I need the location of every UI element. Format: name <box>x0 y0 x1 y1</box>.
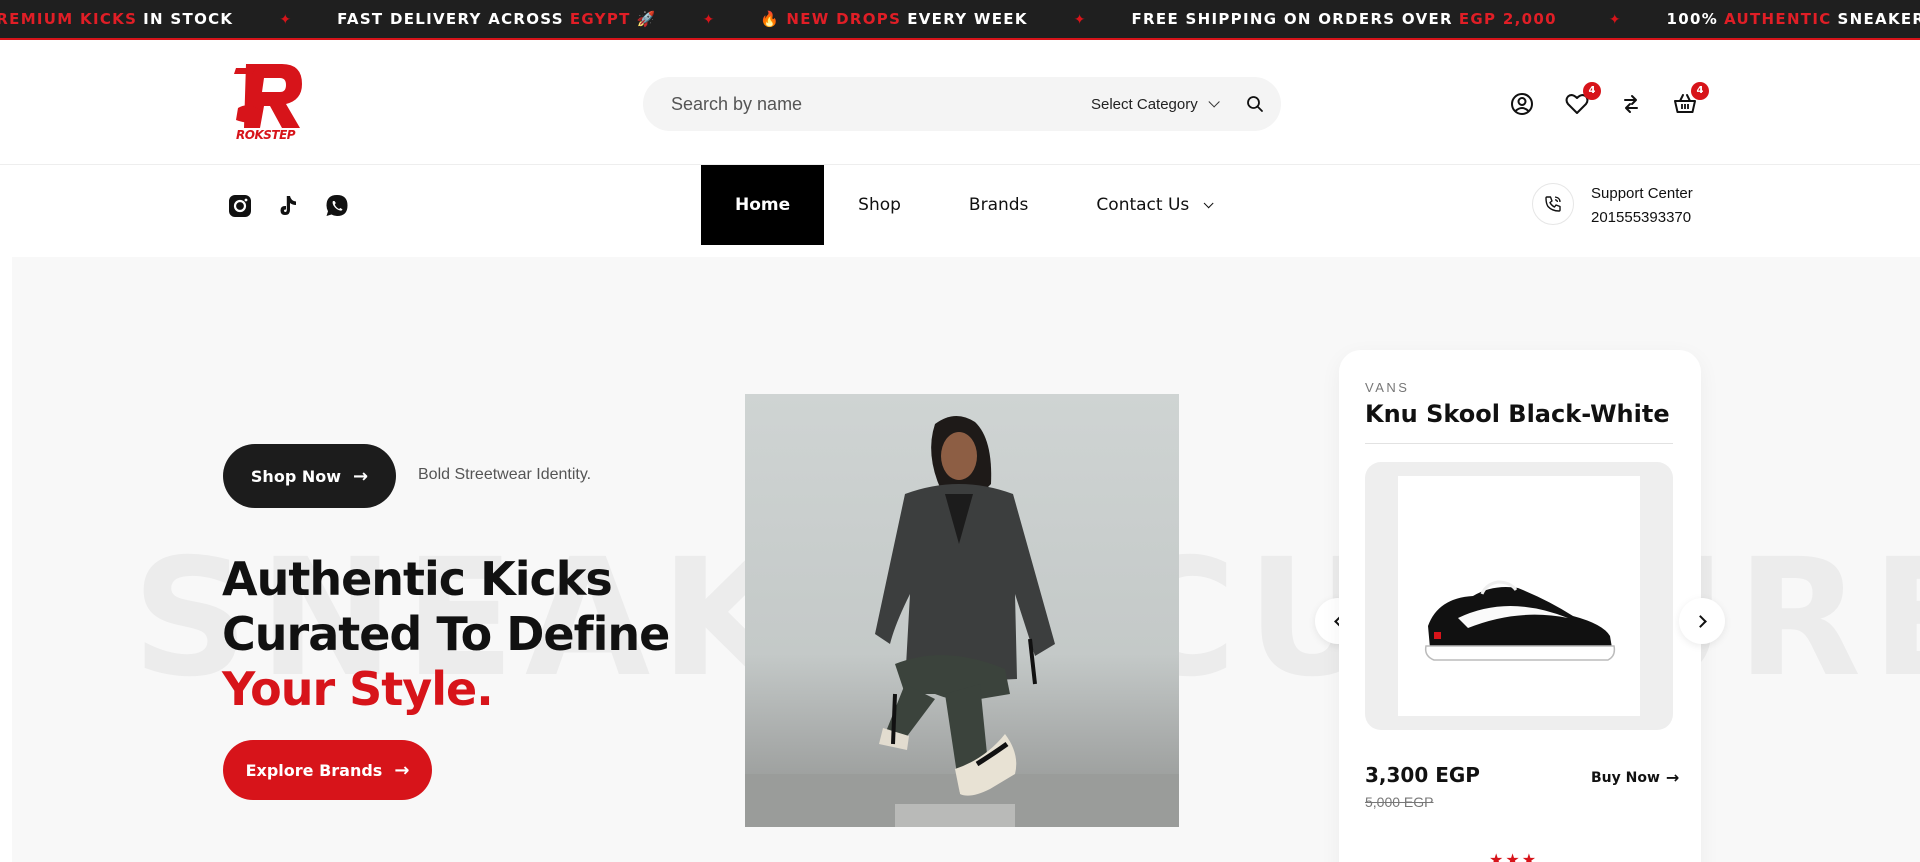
marquee-text: 100% <box>1666 10 1719 28</box>
shop-now-button[interactable]: Shop Now → <box>223 444 396 508</box>
hero-headline: Authentic Kicks Curated To Define Your S… <box>222 552 670 717</box>
search-bar: Select Category <box>643 77 1281 131</box>
cart-button[interactable]: 4 <box>1671 82 1709 118</box>
chevron-down-icon <box>1208 96 1220 108</box>
support-phone[interactable]: 201555393370 <box>1591 209 1691 226</box>
marquee-highlight: PREMIUM KICKS <box>0 10 138 28</box>
nav-item-label: Contact Us <box>1096 195 1190 215</box>
marquee-highlight: NEW DROPS <box>786 10 902 28</box>
search-icon[interactable] <box>1246 95 1264 113</box>
marquee-separator-icon: ✦ <box>1608 10 1621 27</box>
marquee-highlight: AUTHENTIC <box>1724 10 1832 28</box>
nav-item-label: Brands <box>968 195 1029 215</box>
rating-stars: ★★★ <box>1489 852 1539 862</box>
chevron-right-icon <box>1693 614 1707 628</box>
product-old-price: 5,000 EGP <box>1365 794 1434 810</box>
compare-icon[interactable] <box>1617 90 1645 118</box>
marquee-separator-icon: ✦ <box>279 10 292 27</box>
marquee-highlight: EGP 2,000 <box>1458 10 1557 28</box>
marquee-separator-icon: ✦ <box>702 10 715 27</box>
hero-model-photo <box>745 394 1179 827</box>
product-image-frame <box>1365 462 1673 730</box>
instagram-icon[interactable] <box>227 193 253 219</box>
announcement-marquee: PREMIUM KICKS IN STOCK ✦ FAST DELIVERY ACRO… <box>0 0 1920 40</box>
marquee-text: 🚀 <box>636 10 657 28</box>
marquee-track: PREMIUM KICKS IN STOCK ✦ FAST DELIVERY ACRO… <box>0 0 1920 38</box>
marquee-text: FREE SHIPPING ON ORDERS OVER <box>1131 10 1453 28</box>
marquee-item: FAST DELIVERY ACROSS EGYPT 🚀 <box>337 10 657 28</box>
user-icon[interactable] <box>1508 90 1536 118</box>
support-title: Support Center <box>1591 185 1693 202</box>
marquee-item: 🔥 NEW DROPS EVERY WEEK <box>760 10 1027 28</box>
nav-menu: Home Shop Brands Contact Us <box>701 165 1244 245</box>
marquee-item: 100% AUTHENTIC SNEAKERS <box>1667 10 1920 28</box>
marquee-item: FREE SHIPPING ON ORDERS OVER EGP 2,000 <box>1132 10 1563 28</box>
explore-brands-button[interactable]: Explore Brands → <box>223 740 432 800</box>
nav-item-label: Shop <box>858 195 901 215</box>
marquee-text: FAST DELIVERY ACROSS <box>337 10 564 28</box>
arrow-right-icon: → <box>353 465 369 487</box>
nav-item-shop[interactable]: Shop <box>824 165 935 245</box>
hero-section: SNEAKER CULTURE Shop Now → Bold Streetwe… <box>12 257 1920 862</box>
headline-line-3: Your Style. <box>222 662 494 716</box>
carousel-next-button[interactable] <box>1679 598 1725 644</box>
wishlist-count-badge: 4 <box>1583 82 1601 100</box>
marquee-separator-icon: ✦ <box>1073 10 1086 27</box>
whatsapp-icon[interactable] <box>324 193 350 219</box>
model-illustration <box>745 415 1179 827</box>
support-phone-button[interactable] <box>1532 183 1574 225</box>
headline-line-1: Authentic Kicks <box>222 552 613 606</box>
logo[interactable]: ROKSTEP <box>230 58 310 150</box>
sneaker-image <box>1424 580 1616 661</box>
product-brand: VANS <box>1365 380 1410 395</box>
product-price: 3,300 EGP <box>1365 763 1480 787</box>
phone-icon <box>1545 196 1561 212</box>
marquee-text: EVERY WEEK <box>907 10 1028 28</box>
arrow-right-icon: → <box>1665 768 1680 787</box>
hero-tagline: Bold Streetwear Identity. <box>418 466 592 483</box>
headline-line-2: Curated To Define <box>222 607 670 661</box>
marquee-highlight: EGYPT <box>569 10 631 28</box>
marquee-text: IN STOCK <box>143 10 234 28</box>
buy-now-button[interactable]: Buy Now → <box>1591 768 1679 787</box>
nav-item-label: Home <box>735 195 791 215</box>
tiktok-icon[interactable] <box>275 193 301 219</box>
site-header: ROKSTEP Select Category 4 <box>0 40 1920 165</box>
wishlist-button[interactable]: 4 <box>1563 82 1601 118</box>
marquee-item: PREMIUM KICKS IN STOCK <box>0 10 233 28</box>
arrow-right-icon: → <box>394 759 410 781</box>
nav-item-home[interactable]: Home <box>701 165 825 245</box>
buy-now-label: Buy Now <box>1591 769 1660 786</box>
featured-product-card[interactable]: VANS Knu Skool Black-White 3,300 EGP 5,0… <box>1339 350 1701 862</box>
marquee-text: SNEAKERS <box>1837 10 1920 28</box>
shop-now-label: Shop Now <box>250 466 341 486</box>
logo-text: ROKSTEP <box>236 128 296 142</box>
search-input[interactable] <box>671 77 1051 131</box>
main-navigation: Home Shop Brands Contact Us Support Center … <box>0 165 1920 255</box>
explore-brands-label: Explore Brands <box>245 760 383 780</box>
marquee-text: 🔥 <box>760 10 781 28</box>
chevron-down-icon <box>1203 197 1214 208</box>
nav-item-brands[interactable]: Brands <box>935 165 1063 245</box>
product-image[interactable] <box>1398 476 1640 716</box>
category-select-label: Select Category <box>1091 95 1198 113</box>
product-title[interactable]: Knu Skool Black-White <box>1365 400 1670 428</box>
cart-count-badge: 4 <box>1691 82 1709 100</box>
nav-item-contact-us[interactable]: Contact Us <box>1062 165 1244 245</box>
card-divider <box>1365 443 1673 444</box>
category-select[interactable]: Select Category <box>1091 77 1220 131</box>
